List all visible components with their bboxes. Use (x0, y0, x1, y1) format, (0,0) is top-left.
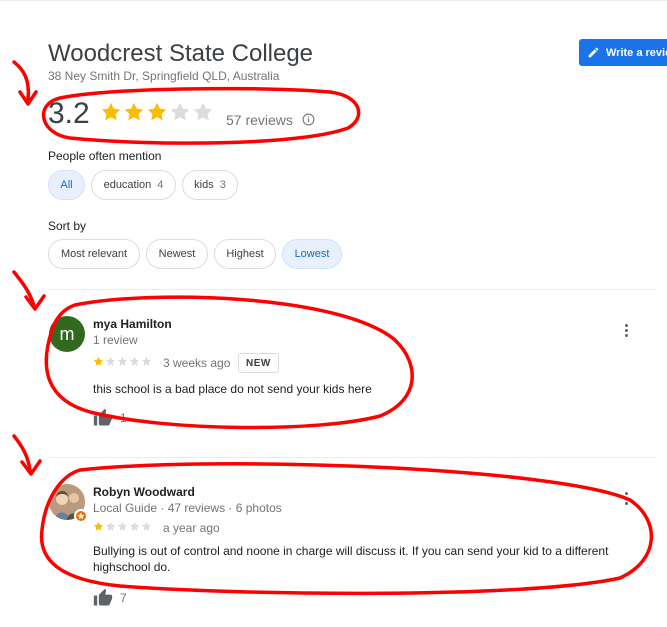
star-empty-icon (193, 102, 213, 121)
reviewer-name[interactable]: mya Hamilton (93, 317, 172, 331)
more-options-icon[interactable] (623, 324, 629, 337)
write-review-button[interactable]: Write a revie (579, 39, 667, 66)
star-filled-icon (147, 102, 167, 121)
star-empty-icon (141, 356, 152, 366)
chip-count: 3 (219, 179, 226, 191)
star-filled-icon (101, 102, 121, 121)
sort-option-lowest[interactable]: Lowest (282, 239, 342, 269)
chip-label: All (60, 179, 73, 191)
like-button[interactable]: 1 (92, 408, 127, 428)
reviewer-meta: 1 review (93, 333, 138, 347)
sort-option-most-relevant[interactable]: Most relevant (48, 239, 140, 269)
star-empty-icon (117, 521, 128, 531)
reviewer-avatar[interactable]: m (49, 316, 85, 352)
chip-count: 4 (157, 179, 164, 191)
review-stars (93, 521, 152, 532)
thumbs-up-icon (93, 408, 113, 426)
sort-option-newest[interactable]: Newest (146, 239, 208, 269)
average-rating: 3.2 (48, 97, 90, 130)
reviewer-name[interactable]: Robyn Woodward (93, 485, 195, 499)
sort-option-label: Newest (158, 248, 196, 260)
mention-chip-all[interactable]: All (48, 170, 85, 200)
like-count: 7 (120, 591, 127, 605)
pencil-icon (588, 47, 599, 58)
review-time: a year ago (163, 521, 220, 535)
annotation-arrow-3 (12, 434, 42, 476)
mentions-label: People often mention (48, 149, 162, 163)
star-empty-icon (105, 521, 116, 531)
review-time: 3 weeks ago (163, 356, 231, 370)
star-filled-icon (124, 102, 144, 121)
review-text: this school is a bad place do not send y… (93, 382, 372, 396)
reviewer-meta: Local Guide · 47 reviews · 6 photos (93, 501, 282, 515)
info-icon[interactable] (302, 113, 315, 126)
reviews-count-link[interactable]: 57 reviews (226, 112, 293, 128)
new-badge: NEW (238, 353, 279, 373)
more-options-icon[interactable] (623, 492, 629, 505)
thumbs-up-icon (93, 588, 113, 606)
sort-option-label: Lowest (294, 248, 330, 260)
place-address: 38 Ney Smith Dr, Springfield QLD, Austra… (48, 69, 280, 83)
top-border (0, 0, 667, 1)
write-review-label: Write a revie (606, 46, 667, 59)
like-button[interactable]: 7 (92, 588, 127, 608)
annotation-arrow-2 (12, 270, 46, 311)
star-empty-icon (141, 521, 152, 531)
average-rating-stars (100, 101, 214, 123)
review-stars (93, 356, 152, 367)
sort-option-highest[interactable]: Highest (214, 239, 276, 269)
mention-chip-kids[interactable]: kids 3 (182, 170, 238, 200)
local-guide-badge-icon (74, 509, 88, 523)
star-empty-icon (170, 102, 190, 121)
star-filled-icon (93, 356, 104, 366)
divider (48, 457, 657, 458)
place-title: Woodcrest State College (48, 40, 314, 67)
sort-option-label: Highest (226, 248, 264, 260)
divider (48, 289, 657, 290)
star-empty-icon (129, 356, 140, 366)
chip-label: kids (194, 179, 214, 191)
sort-label: Sort by (48, 219, 87, 233)
review-text: Bullying is out of control and noone in … (93, 544, 609, 574)
star-empty-icon (105, 356, 116, 366)
like-count: 1 (120, 411, 127, 425)
mention-chip-education[interactable]: education 4 (91, 170, 176, 200)
chip-label: education (103, 179, 152, 191)
star-filled-icon (93, 521, 104, 531)
star-empty-icon (117, 356, 128, 366)
sort-option-label: Most relevant (60, 248, 128, 260)
reviewer-avatar[interactable] (49, 484, 88, 523)
annotation-arrow-1 (12, 60, 38, 106)
annotation-overlay (12, 60, 654, 596)
star-empty-icon (129, 521, 140, 531)
